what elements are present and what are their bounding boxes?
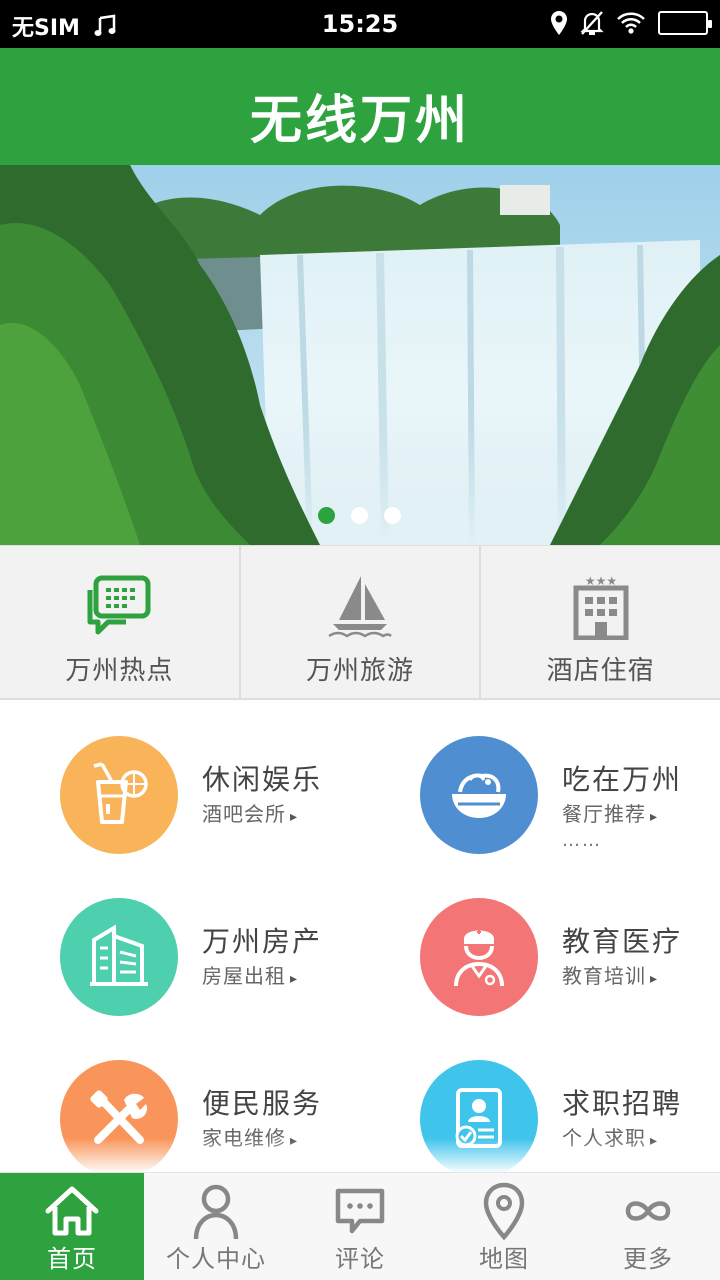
status-bar: 无SIM 15:25 [0, 0, 720, 48]
battery-icon [658, 11, 712, 35]
category-title: 便民服务 [202, 1087, 323, 1120]
banner-carousel[interactable] [0, 165, 720, 545]
app-title: 无线万州 [249, 91, 470, 151]
infinity-icon [625, 1201, 671, 1221]
hotel-icon: ★★★ [573, 574, 629, 640]
carousel-dot-3[interactable] [384, 507, 401, 524]
arrow-right-icon: ▸ [650, 809, 659, 825]
bottom-nav-label: 评论 [335, 1245, 385, 1273]
carousel-dot-1[interactable] [318, 507, 335, 524]
arrow-right-icon: ▸ [290, 971, 299, 987]
person-icon [193, 1184, 239, 1240]
category-title: 万州房产 [202, 925, 323, 958]
category-icon-circle [420, 736, 538, 854]
category-subtitle-text: 教育培训 [562, 964, 646, 988]
category-subtitle-text: 房屋出租 [202, 964, 286, 988]
bottom-nav-label: 地图 [479, 1245, 529, 1273]
comment-icon [335, 1188, 385, 1234]
category-grid: 休闲娱乐 酒吧会所 ▸ 吃在万州 餐厅推荐 ▸ …… 万州房产 房屋出租 ▸ 教… [0, 702, 720, 1172]
scroll-fade [0, 1138, 720, 1172]
category-subtitle[interactable]: 餐厅推荐 ▸ [562, 798, 658, 827]
quick-nav-hotspot[interactable]: 万州热点 [0, 546, 241, 698]
category-subtitle-text: 餐厅推荐 [562, 802, 646, 826]
category-subtitle[interactable]: 房屋出租 ▸ [202, 960, 298, 989]
sailboat-icon [328, 576, 392, 638]
category-icon-circle [60, 736, 178, 854]
category-title: 吃在万州 [562, 763, 683, 796]
bottom-nav-profile[interactable]: 个人中心 [144, 1173, 288, 1280]
status-right [550, 10, 712, 36]
category-icon-circle [60, 898, 178, 1016]
category-title: 求职招聘 [562, 1087, 683, 1120]
bottom-nav-label: 个人中心 [166, 1245, 266, 1273]
location-icon [551, 11, 567, 35]
quick-nav-label: 酒店住宿 [546, 656, 655, 686]
bottom-nav-map[interactable]: 地图 [432, 1173, 576, 1280]
wifi-icon [617, 12, 645, 34]
bottom-nav-label: 首页 [47, 1245, 97, 1273]
waterfall-banner-image [0, 165, 720, 545]
quick-nav-hotel[interactable]: ★★★ 酒店住宿 [481, 546, 720, 698]
home-icon [45, 1186, 99, 1236]
bottom-nav-label: 更多 [623, 1245, 673, 1273]
building-icon [90, 924, 148, 986]
category-leisure[interactable]: 休闲娱乐 酒吧会所 ▸ [0, 702, 360, 864]
title-bar: 无线万州 [0, 48, 720, 165]
quick-nav: 万州热点 万州旅游 ★★★ 酒店住宿 [0, 545, 720, 700]
category-education-medical[interactable]: 教育医疗 教育培训 ▸ [360, 864, 720, 1026]
quick-nav-label: 万州旅游 [306, 656, 415, 686]
bottom-nav-home[interactable]: 首页 [0, 1173, 144, 1280]
category-food[interactable]: 吃在万州 餐厅推荐 ▸ …… [360, 702, 720, 864]
category-subtitle[interactable]: 酒吧会所 ▸ [202, 798, 298, 827]
quick-nav-tourism[interactable]: 万州旅游 [241, 546, 482, 698]
food-bowl-icon [452, 773, 506, 818]
category-title: 教育医疗 [562, 925, 683, 958]
category-title: 休闲娱乐 [202, 763, 323, 796]
category-subtitle-text: 酒吧会所 [202, 802, 286, 826]
drink-icon [93, 762, 148, 824]
category-subtitle[interactable]: 教育培训 ▸ [562, 960, 658, 989]
category-icon-circle [420, 898, 538, 1016]
bottom-nav: 首页 个人中心 评论 地图 更多 [0, 1172, 720, 1280]
category-real-estate[interactable]: 万州房产 房屋出租 ▸ [0, 864, 360, 1026]
nurse-icon [454, 930, 504, 987]
category-more[interactable]: …… [562, 830, 602, 851]
chat-bubble-icon [87, 575, 151, 635]
arrow-right-icon: ▸ [650, 971, 659, 987]
bottom-nav-comments[interactable]: 评论 [288, 1173, 432, 1280]
map-pin-icon [483, 1182, 525, 1241]
quick-nav-label: 万州热点 [65, 656, 174, 686]
alarm-off-icon [580, 11, 604, 35]
bottom-nav-more[interactable]: 更多 [576, 1173, 720, 1280]
carousel-dot-2[interactable] [351, 507, 368, 524]
carousel-indicator [318, 507, 401, 524]
arrow-right-icon: ▸ [290, 809, 299, 825]
